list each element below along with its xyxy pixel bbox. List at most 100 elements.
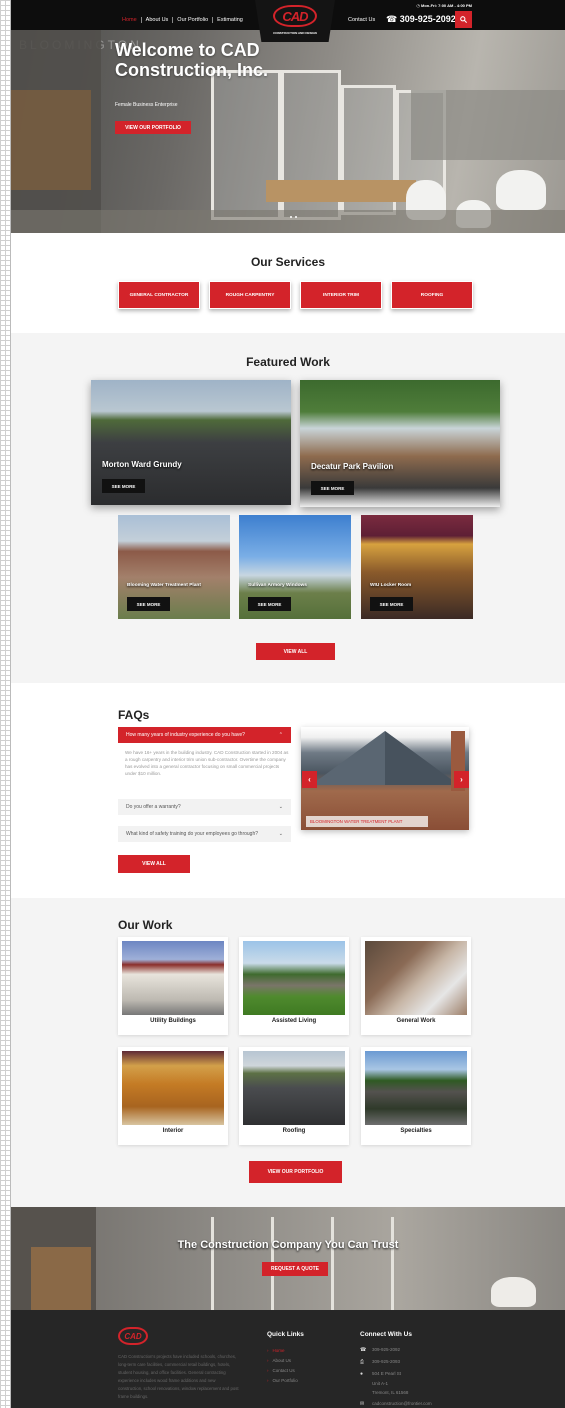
cta-title: The Construction Company You Can Trust bbox=[177, 1239, 399, 1251]
work-card-image bbox=[122, 941, 224, 1015]
search-icon bbox=[460, 16, 467, 23]
work-card-label: Assisted Living bbox=[271, 1018, 317, 1024]
footer-logo[interactable]: CAD bbox=[118, 1327, 148, 1345]
hero-view-portfolio-button[interactable]: VIEW OUR PORTFOLIO bbox=[115, 121, 191, 134]
nav-about-us[interactable]: About Us bbox=[142, 17, 174, 23]
work-card-label: Interior bbox=[162, 1128, 184, 1134]
featured-card-morton-ward-grundy[interactable]: Morton Ward Grundy SEE MORE bbox=[91, 380, 291, 505]
faqs-view-all-button[interactable]: VIEW ALL bbox=[118, 855, 190, 873]
featured-title: Featured Work bbox=[246, 355, 330, 369]
featured-card-title: Sullivan Armory Windows bbox=[248, 583, 307, 588]
page-edge-grid bbox=[0, 0, 11, 1408]
featured-card-title: Morton Ward Grundy bbox=[102, 460, 182, 469]
work-card-roofing[interactable]: Roofing bbox=[239, 1047, 349, 1145]
featured-view-all-button[interactable]: VIEW ALL bbox=[256, 643, 335, 660]
phone-icon: ☎ bbox=[360, 1347, 367, 1353]
faq-answer-experience: We have 16+ years in the building indust… bbox=[125, 750, 289, 776]
faq-question-warranty[interactable]: Do you offer a warranty? ⌄ bbox=[118, 799, 291, 815]
footer-link-our-portfolio[interactable]: Our Portfolio bbox=[267, 1378, 298, 1383]
service-rough-carpentry-button[interactable]: ROUGH CARPENTRY bbox=[209, 281, 291, 309]
email-icon: ✉ bbox=[360, 1401, 365, 1407]
featured-card-title: Blooming Water Treatment Plant bbox=[127, 583, 201, 588]
carousel-dot[interactable] bbox=[290, 216, 292, 218]
connect-title: Connect With Us bbox=[360, 1331, 412, 1338]
see-more-button[interactable]: SEE MORE bbox=[370, 597, 413, 611]
work-card-utility-buildings[interactable]: Utility Buildings bbox=[118, 937, 228, 1035]
nav-estimating[interactable]: Estimating bbox=[213, 17, 247, 23]
faq-question-safety-training[interactable]: What kind of safety training do your emp… bbox=[118, 826, 291, 842]
footer-address-line1: ● 504 E Pearl St bbox=[360, 1371, 402, 1377]
fax-icon: ⎙ bbox=[360, 1359, 365, 1365]
work-card-image bbox=[243, 941, 345, 1015]
faq-question-experience[interactable]: How many years of industry experience do… bbox=[118, 727, 291, 743]
hero-subtitle: Female Business Enterprise bbox=[115, 102, 178, 108]
search-button[interactable] bbox=[455, 11, 472, 28]
nav-home[interactable]: Home bbox=[118, 17, 142, 23]
service-roofing-button[interactable]: ROOFING bbox=[391, 281, 473, 309]
work-card-label: Specialties bbox=[400, 1128, 432, 1134]
nav-contact-us[interactable]: Contact Us bbox=[348, 17, 375, 23]
footer-link-contact-us[interactable]: Contact Us bbox=[267, 1368, 295, 1373]
faq-image-slider[interactable]: BLOOMINGTON WATER TREATMENT PLANT bbox=[301, 727, 469, 830]
footer-phone[interactable]: ☎ 309-925-2092 bbox=[360, 1347, 400, 1353]
featured-card-title: Decatur Park Pavilion bbox=[311, 462, 394, 471]
our-work-view-portfolio-button[interactable]: VIEW OUR PORTFOLIO bbox=[249, 1161, 342, 1183]
featured-card-wiu-locker-room[interactable]: WIU Locker Room SEE MORE bbox=[361, 515, 473, 619]
chevron-right-icon: › bbox=[460, 775, 463, 784]
logo-subtitle: CONSTRUCTION AND DESIGN bbox=[273, 31, 317, 35]
nav-our-portfolio[interactable]: Our Portfolio bbox=[173, 17, 214, 23]
chevron-up-icon: ⌃ bbox=[278, 732, 283, 738]
featured-card-blooming-water-treatment-plant[interactable]: Blooming Water Treatment Plant SEE MORE bbox=[118, 515, 230, 619]
hero-title: Welcome to CAD Construction, Inc. bbox=[115, 40, 268, 80]
featured-card-title: WIU Locker Room bbox=[370, 583, 412, 588]
chevron-down-icon: ⌄ bbox=[278, 831, 283, 837]
service-general-contractor-button[interactable]: GENERAL CONTRACTOR bbox=[118, 281, 200, 309]
logo-mark: CAD bbox=[273, 5, 317, 27]
see-more-button[interactable]: SEE MORE bbox=[102, 479, 145, 493]
footer-fax: ⎙ 309-925-2093 bbox=[360, 1359, 401, 1365]
main-nav: Home About Us Our Portfolio Estimating bbox=[118, 17, 247, 23]
footer-email[interactable]: ✉ cadconstruction@frontier.com bbox=[360, 1401, 432, 1407]
services-title: Our Services bbox=[250, 255, 326, 269]
business-hours: ◷ Mon-Fri: 7:00 AM - 4:00 PM bbox=[416, 3, 472, 8]
featured-card-decatur-park-pavilion[interactable]: Decatur Park Pavilion SEE MORE bbox=[300, 380, 500, 507]
work-card-label: Roofing bbox=[282, 1128, 306, 1134]
work-card-general-work[interactable]: General Work bbox=[361, 937, 471, 1035]
service-interior-trim-button[interactable]: INTERIOR TRIM bbox=[300, 281, 382, 309]
slider-prev-button[interactable]: ‹ bbox=[302, 771, 317, 788]
work-card-interior[interactable]: Interior bbox=[118, 1047, 228, 1145]
footer-link-home[interactable]: Home bbox=[267, 1348, 285, 1353]
site-logo[interactable]: CAD CONSTRUCTION AND DESIGN bbox=[255, 0, 335, 42]
footer-address-line3: Tremont, IL 61568 bbox=[372, 1390, 409, 1395]
request-quote-button[interactable]: REQUEST A QUOTE bbox=[262, 1262, 328, 1276]
footer-address-line2: Unit A-1 bbox=[372, 1381, 389, 1386]
work-card-image bbox=[365, 1051, 467, 1125]
work-card-image bbox=[365, 941, 467, 1015]
hero-banner: BLOOMINGTON bbox=[11, 30, 565, 233]
work-card-label: Utility Buildings bbox=[150, 1018, 196, 1024]
quick-links-title: Quick Links bbox=[267, 1331, 304, 1338]
see-more-button[interactable]: SEE MORE bbox=[248, 597, 291, 611]
carousel-dot[interactable] bbox=[295, 216, 297, 218]
featured-card-sullivan-armory-windows[interactable]: Sullivan Armory Windows SEE MORE bbox=[239, 515, 351, 619]
page: ◷ Mon-Fri: 7:00 AM - 4:00 PM Home About … bbox=[11, 0, 565, 1408]
faqs-title: FAQs bbox=[118, 708, 150, 722]
work-card-label: General Work bbox=[396, 1018, 436, 1024]
chevron-down-icon: ⌄ bbox=[278, 804, 283, 810]
header-phone[interactable]: ☎ 309-925-2092 bbox=[386, 14, 456, 25]
slider-next-button[interactable]: › bbox=[454, 771, 469, 788]
carousel-dots[interactable] bbox=[290, 216, 297, 218]
footer-description: CAD Construction's projects have include… bbox=[118, 1354, 239, 1399]
see-more-button[interactable]: SEE MORE bbox=[311, 481, 354, 495]
map-pin-icon: ● bbox=[360, 1371, 364, 1377]
our-work-title: Our Work bbox=[118, 918, 173, 932]
water-tower-roof-illustration bbox=[311, 731, 465, 791]
cta-banner bbox=[11, 1207, 565, 1310]
work-card-assisted-living[interactable]: Assisted Living bbox=[239, 937, 349, 1035]
see-more-button[interactable]: SEE MORE bbox=[127, 597, 170, 611]
slide-caption: BLOOMINGTON WATER TREATMENT PLANT bbox=[306, 816, 428, 827]
work-card-image bbox=[122, 1051, 224, 1125]
phone-icon: ☎ bbox=[386, 14, 400, 24]
footer-link-about-us[interactable]: About Us bbox=[267, 1358, 292, 1363]
work-card-specialties[interactable]: Specialties bbox=[361, 1047, 471, 1145]
